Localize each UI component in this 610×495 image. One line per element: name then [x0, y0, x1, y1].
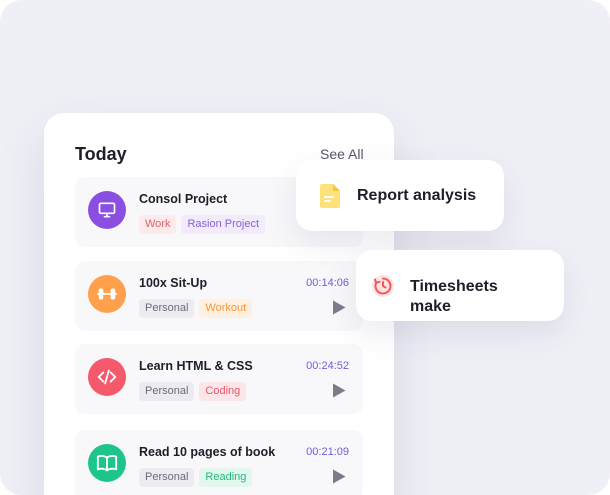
- task-tag[interactable]: Personal: [139, 468, 195, 487]
- task-tag[interactable]: Workout: [199, 299, 253, 318]
- monitor-icon: [98, 202, 116, 218]
- task-item-read-book[interactable]: Read 10 pages of book 00:21:09 Personal …: [75, 430, 363, 495]
- play-icon[interactable]: [332, 383, 346, 398]
- task-tags: Personal Coding: [139, 382, 247, 401]
- code-icon: [97, 369, 117, 385]
- clock-icon: [372, 275, 394, 297]
- task-tag[interactable]: Coding: [199, 382, 247, 401]
- play-icon[interactable]: [332, 469, 346, 484]
- timesheets-label: Timesheets make: [410, 278, 498, 315]
- book-icon: [96, 455, 118, 472]
- task-timer: 00:14:06: [306, 277, 349, 289]
- task-tag[interactable]: Rasion Project: [181, 215, 266, 234]
- task-timer: 00:24:52: [306, 360, 349, 372]
- task-item-sit-up[interactable]: 100x Sit-Up 00:14:06 Personal Workout: [75, 261, 363, 331]
- task-tags: Work Rasion Project: [139, 215, 266, 234]
- task-timer: 00:21:09: [306, 446, 349, 458]
- report-analysis-label: Report analysis: [357, 187, 477, 204]
- today-title: Today: [75, 144, 127, 164]
- task-tag[interactable]: Reading: [199, 468, 253, 487]
- task-name: Learn HTML & CSS: [139, 359, 253, 373]
- task-tags: Personal Workout: [139, 299, 253, 318]
- document-icon: [320, 184, 340, 208]
- task-icon-circle: [88, 275, 126, 313]
- report-analysis-card[interactable]: Report analysis: [296, 160, 504, 231]
- task-icon-circle: [88, 191, 126, 229]
- task-name: Read 10 pages of book: [139, 445, 276, 459]
- task-tag[interactable]: Personal: [139, 299, 195, 318]
- task-name: 100x Sit-Up: [139, 276, 208, 290]
- task-icon-circle: [88, 444, 126, 482]
- task-icon-circle: [88, 358, 126, 396]
- task-tag[interactable]: Personal: [139, 382, 195, 401]
- play-icon[interactable]: [332, 300, 346, 315]
- dumbbell-icon: [96, 288, 118, 300]
- task-tag[interactable]: Work: [139, 215, 177, 234]
- task-item-learn-html[interactable]: Learn HTML & CSS 00:24:52 Personal Codin…: [75, 344, 363, 414]
- timesheets-card[interactable]: Timesheets make: [356, 250, 564, 321]
- task-name: Consol Project: [139, 192, 228, 206]
- task-tags: Personal Reading: [139, 468, 253, 487]
